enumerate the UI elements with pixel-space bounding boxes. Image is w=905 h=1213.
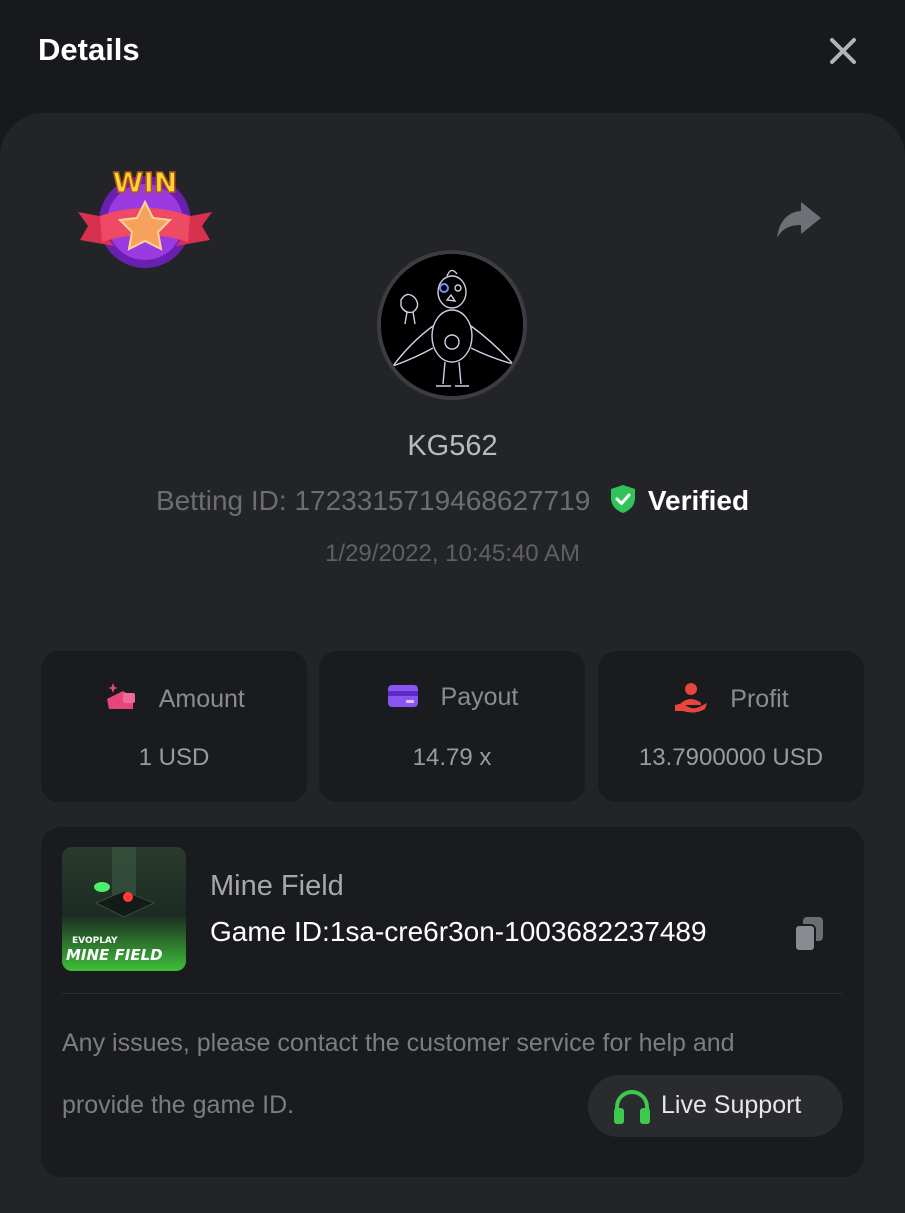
page-title: Details bbox=[38, 32, 140, 67]
profit-card: Profit 13.7900000 USD bbox=[598, 651, 864, 802]
shield-check-icon bbox=[610, 484, 636, 521]
profit-label: Profit bbox=[730, 685, 789, 713]
payout-card: Payout 14.79 x bbox=[319, 651, 585, 802]
betting-id-label: Betting ID: bbox=[155, 485, 287, 516]
profit-hand-icon bbox=[673, 681, 709, 720]
amount-card: Amount 1 USD bbox=[41, 651, 307, 802]
game-card: EVOPLAY MINE FIELD Mine Field Game ID:1s… bbox=[41, 827, 864, 1177]
chicken-avatar-image bbox=[381, 254, 523, 396]
game-id-label: Game ID: bbox=[210, 916, 330, 947]
win-badge-text: WIN bbox=[113, 166, 178, 199]
card-icon bbox=[386, 681, 420, 718]
support-notice-line-1: Any issues, please contact the customer … bbox=[62, 1029, 735, 1057]
close-icon bbox=[830, 38, 856, 64]
betting-id-value: 1723315719468627719 bbox=[294, 485, 591, 516]
betting-id-row: Betting ID: 1723315719468627719 Verified bbox=[0, 484, 905, 521]
thumb-title: MINE FIELD bbox=[66, 946, 163, 964]
header: Details bbox=[0, 0, 905, 110]
thumb-brand: EVOPLAY bbox=[72, 936, 118, 946]
coins-hand-icon bbox=[103, 681, 139, 720]
support-notice-line-2: provide the game ID. bbox=[62, 1091, 295, 1119]
avatar bbox=[377, 250, 527, 400]
copy-button[interactable] bbox=[791, 915, 827, 955]
game-id-row: Game ID:1sa-cre6r3on-1003682237489 bbox=[210, 916, 707, 948]
live-support-button[interactable]: Live Support bbox=[588, 1075, 843, 1137]
payout-label: Payout bbox=[440, 683, 519, 711]
bet-timestamp: 1/29/2022, 10:45:40 AM bbox=[325, 540, 580, 567]
verified-label: Verified bbox=[647, 485, 750, 516]
win-badge: WIN bbox=[70, 160, 220, 275]
share-icon bbox=[777, 202, 821, 238]
copy-icon bbox=[794, 917, 823, 952]
payout-value: 14.79 x bbox=[412, 744, 492, 771]
game-thumbnail[interactable]: EVOPLAY MINE FIELD bbox=[62, 847, 186, 971]
headset-icon bbox=[612, 1088, 652, 1131]
amount-label: Amount bbox=[158, 685, 245, 713]
game-id-value: 1sa-cre6r3on-1003682237489 bbox=[329, 916, 707, 947]
divider bbox=[62, 993, 842, 994]
amount-value: 1 USD bbox=[138, 744, 210, 771]
profit-value: 13.7900000 USD bbox=[638, 744, 824, 771]
live-support-label: Live Support bbox=[661, 1091, 802, 1119]
close-button[interactable] bbox=[822, 30, 864, 72]
game-name: Mine Field bbox=[210, 870, 344, 902]
username: KG562 bbox=[407, 430, 498, 462]
share-button[interactable] bbox=[773, 198, 825, 244]
